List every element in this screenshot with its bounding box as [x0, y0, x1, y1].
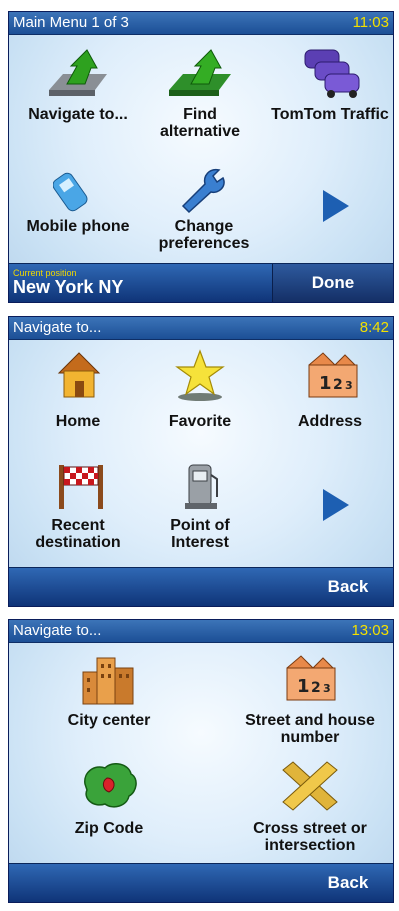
back-button[interactable]: Back [303, 568, 393, 606]
main-menu-screen: Main Menu 1 of 3 11:03 Navigate to... Fi… [8, 11, 394, 303]
find-alternative-icon [169, 49, 231, 96]
change-preferences-button[interactable]: Change preferences [145, 160, 263, 260]
title-bar: Navigate to... 8:42 [9, 317, 393, 340]
navigate-to-screen-2: Navigate to... 13:03 City center 1 2 3 S… [8, 619, 394, 903]
tomtom-traffic-label: TomTom Traffic [271, 106, 389, 123]
zip-map-icon [84, 762, 137, 808]
point-of-interest-button[interactable]: Point of Interest [145, 455, 255, 559]
bottom-bar: Back [9, 567, 393, 606]
street-house-icon: 1 2 3 [286, 655, 336, 701]
clock: 11:03 [352, 14, 389, 31]
address-label: Address [297, 413, 363, 430]
done-button[interactable]: Done [272, 264, 393, 302]
zip-code-button[interactable]: Zip Code [39, 756, 179, 858]
navigate-to-label: Navigate to... [28, 106, 128, 123]
svg-text:2: 2 [311, 680, 321, 696]
intersection-icon [282, 761, 338, 811]
zip-code-label: Zip Code [74, 820, 144, 837]
mobile-phone-label: Mobile phone [26, 218, 130, 235]
find-alternative-button[interactable]: Find alternative [145, 40, 255, 150]
change-preferences-label: Change preferences [158, 218, 250, 252]
poi-pump-icon [185, 464, 218, 509]
bottom-bar: Current position New York NY Done [9, 263, 393, 302]
screen-title: Navigate to... [13, 319, 102, 336]
back-button[interactable]: Back [303, 864, 393, 902]
address-house-icon: 1 2 3 [308, 352, 358, 398]
street-house-number-label: Street and house number [245, 712, 375, 746]
star-icon [175, 349, 225, 401]
svg-text:1: 1 [319, 373, 332, 394]
current-position-value: New York NY [13, 277, 124, 297]
home-label: Home [55, 413, 101, 430]
find-alternative-label: Find alternative [159, 106, 241, 140]
home-icon [57, 352, 101, 398]
home-button[interactable]: Home [23, 345, 133, 445]
wrench-icon [181, 168, 225, 214]
mobile-phone-icon [53, 172, 88, 212]
svg-text:3: 3 [345, 379, 353, 392]
city-center-label: City center [67, 712, 151, 729]
next-page-arrow-icon[interactable] [323, 489, 349, 521]
navigate-arrow-icon [49, 49, 107, 96]
screen-title: Navigate to... [13, 622, 102, 639]
favorite-label: Favorite [168, 413, 232, 430]
traffic-cars-icon [304, 49, 360, 98]
address-button[interactable]: 1 2 3 Address [271, 345, 389, 445]
svg-text:2: 2 [333, 377, 343, 393]
city-buildings-icon [82, 657, 134, 705]
title-bar: Navigate to... 13:03 [9, 620, 393, 643]
street-house-number-button[interactable]: 1 2 3 Street and house number [231, 648, 389, 750]
recent-destination-label: Recent destination [35, 517, 121, 551]
clock: 8:42 [359, 319, 389, 336]
bottom-bar: Back [9, 863, 393, 902]
point-of-interest-label: Point of Interest [170, 517, 230, 551]
svg-text:1: 1 [297, 676, 310, 697]
screen-title: Main Menu 1 of 3 [13, 14, 129, 31]
recent-destination-button[interactable]: Recent destination [23, 455, 133, 559]
navigate-to-button[interactable]: Navigate to... [23, 40, 133, 150]
tomtom-traffic-button[interactable]: TomTom Traffic [271, 40, 389, 150]
cross-street-button[interactable]: Cross street or intersection [231, 756, 389, 858]
city-center-button[interactable]: City center [39, 648, 179, 750]
finish-flag-icon [59, 465, 103, 509]
next-page-arrow-icon[interactable] [323, 190, 349, 222]
navigate-to-screen-1: Navigate to... 8:42 Home Favorite 1 2 3 … [8, 316, 394, 607]
title-bar: Main Menu 1 of 3 11:03 [9, 12, 393, 35]
cross-street-label: Cross street or intersection [253, 820, 367, 854]
mobile-phone-button[interactable]: Mobile phone [23, 160, 133, 260]
favorite-button[interactable]: Favorite [145, 345, 255, 445]
svg-text:3: 3 [323, 682, 331, 695]
clock: 13:03 [351, 622, 389, 639]
